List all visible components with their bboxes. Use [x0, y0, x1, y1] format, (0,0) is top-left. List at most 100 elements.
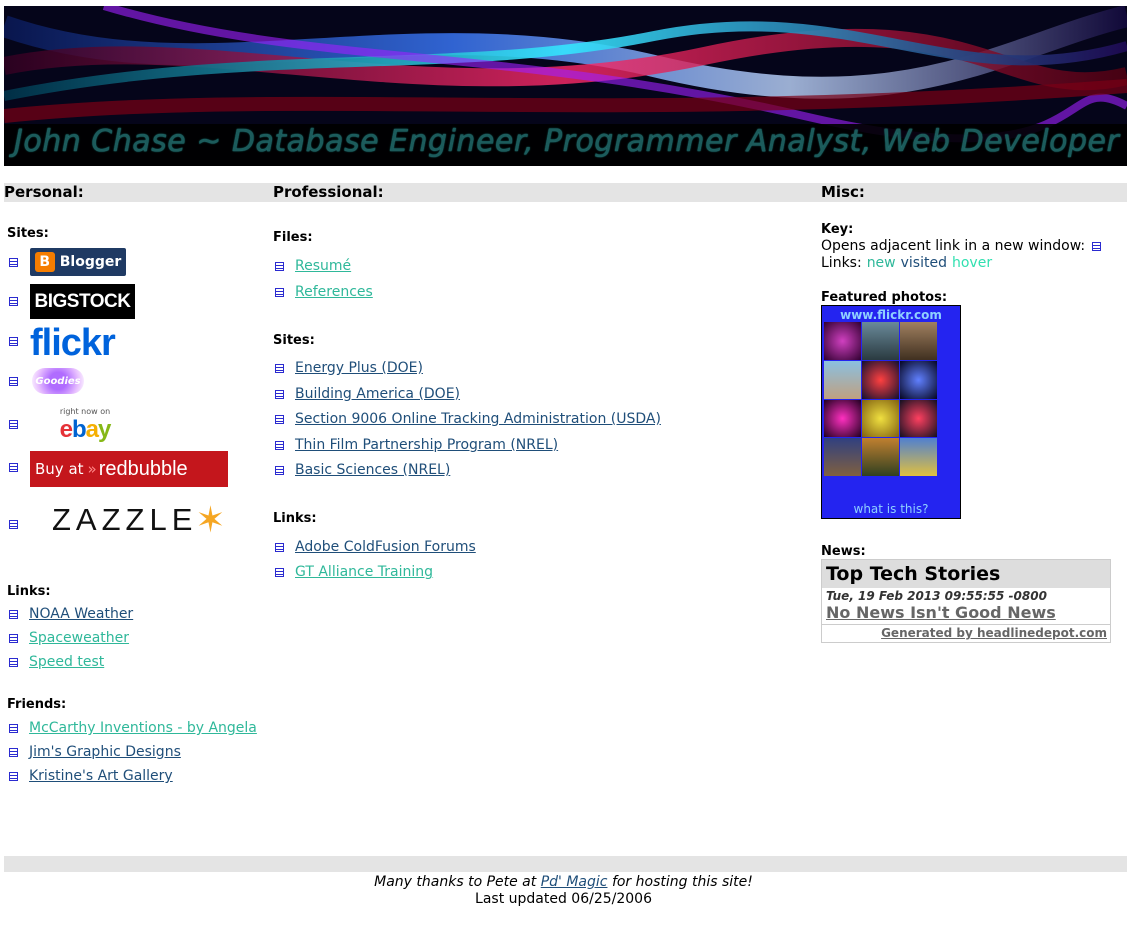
list-item[interactable]: Spaceweather [9, 630, 129, 646]
new-window-icon[interactable] [9, 420, 18, 429]
new-window-icon[interactable] [9, 633, 18, 643]
new-window-icon[interactable] [9, 377, 18, 386]
flickr-thumb[interactable] [824, 438, 861, 476]
goodies-logo[interactable]: Goodies [32, 368, 84, 394]
new-window-icon[interactable] [9, 258, 18, 267]
new-window-icon[interactable] [9, 520, 18, 529]
key-line: Opens adjacent link in a new window: [821, 238, 1102, 254]
new-window-icon[interactable] [275, 287, 284, 297]
flickr-badge-url[interactable]: www.flickr.com [822, 308, 960, 322]
list-item[interactable]: Energy Plus (DOE) [275, 360, 423, 376]
new-window-icon[interactable] [9, 747, 18, 757]
list-item[interactable]: Kristine's Art Gallery [9, 768, 173, 784]
link-jims-graphic-designs[interactable]: Jim's Graphic Designs [29, 744, 181, 760]
ebay-logo[interactable]: right now on ebay [52, 406, 118, 444]
news-label: News: [821, 544, 866, 559]
double-chevron-icon: » [87, 460, 97, 478]
new-window-icon[interactable] [9, 463, 18, 472]
link-resume[interactable]: Resumé [295, 258, 351, 274]
pd-magic-link[interactable]: Pd' Magic [541, 874, 608, 890]
friends-label: Friends: [7, 697, 67, 712]
zazzle-row[interactable] [9, 520, 29, 529]
link-kristines-art-gallery[interactable]: Kristine's Art Gallery [29, 768, 173, 784]
link-references[interactable]: References [295, 284, 373, 300]
flickr-what-is-this[interactable]: what is this? [822, 502, 960, 516]
footer-last-updated: Last updated 06/25/2006 [475, 891, 652, 907]
new-window-icon[interactable] [9, 337, 18, 346]
flickr-row[interactable] [9, 337, 29, 346]
flickr-thumb[interactable] [862, 399, 899, 438]
link-speed-test[interactable]: Speed test [29, 654, 104, 670]
flickr-thumb[interactable] [862, 360, 899, 399]
link-thin-film[interactable]: Thin Film Partnership Program (NREL) [295, 437, 558, 453]
new-window-icon[interactable] [275, 567, 284, 577]
new-window-icon[interactable] [275, 542, 284, 552]
flickr-logo[interactable]: flickr [30, 322, 145, 364]
list-item[interactable]: NOAA Weather [9, 606, 133, 622]
flickr-photo-grid[interactable] [824, 322, 938, 476]
flickr-thumb[interactable] [824, 322, 861, 360]
new-window-icon[interactable] [275, 261, 284, 271]
personal-links-label: Links: [7, 584, 51, 599]
ebay-row[interactable] [9, 420, 29, 429]
new-window-icon[interactable] [275, 414, 284, 424]
new-window-icon[interactable] [9, 723, 18, 733]
bigstock-logo[interactable]: BIGSTOCK [30, 284, 135, 319]
list-item[interactable]: Section 9006 Online Tracking Administrat… [275, 411, 661, 427]
link-spaceweather[interactable]: Spaceweather [29, 630, 129, 646]
legend-visited: visited [900, 255, 947, 271]
news-generated-link[interactable]: Generated by headlinedepot.com [881, 626, 1107, 640]
links-legend: Links: new visited hover [821, 255, 993, 271]
flickr-thumb[interactable] [900, 322, 937, 360]
link-energy-plus[interactable]: Energy Plus (DOE) [295, 360, 423, 376]
news-widget-title: Top Tech Stories [822, 560, 1110, 588]
news-headline-link[interactable]: No News Isn't Good News [826, 603, 1056, 622]
link-basic-sciences[interactable]: Basic Sciences (NREL) [295, 462, 450, 478]
flickr-thumb[interactable] [900, 399, 937, 438]
link-noaa-weather[interactable]: NOAA Weather [29, 606, 133, 622]
redbubble-row[interactable] [9, 463, 29, 472]
flickr-thumb[interactable] [862, 438, 899, 476]
list-item[interactable]: Building America (DOE) [275, 386, 460, 402]
flickr-badge[interactable]: www.flickr.com what is this? [821, 305, 961, 519]
link-gt-alliance[interactable]: GT Alliance Training [295, 564, 433, 580]
list-item[interactable]: Jim's Graphic Designs [9, 744, 181, 760]
new-window-icon[interactable] [9, 297, 18, 306]
bigstock-row[interactable] [9, 297, 29, 306]
zazzle-logo[interactable]: ZAZZLE ✶ [52, 500, 262, 541]
flickr-thumb[interactable] [900, 360, 937, 399]
list-item[interactable]: Thin Film Partnership Program (NREL) [275, 437, 558, 453]
new-window-icon[interactable] [275, 465, 284, 475]
blogger-b-icon: B [34, 252, 55, 272]
featured-photos-label: Featured photos: [821, 290, 948, 305]
list-item[interactable]: Adobe ColdFusion Forums [275, 539, 476, 555]
flickr-thumb[interactable] [824, 399, 861, 438]
blogger-logo[interactable]: B Blogger [30, 248, 126, 276]
key-label: Key: [821, 222, 854, 237]
new-window-icon[interactable] [9, 609, 18, 619]
new-window-icon[interactable] [275, 363, 284, 373]
blogger-row[interactable] [9, 258, 29, 267]
news-widget: Top Tech Stories Tue, 19 Feb 2013 09:55:… [821, 559, 1111, 643]
flickr-thumb[interactable] [900, 438, 937, 476]
link-building-america[interactable]: Building America (DOE) [295, 386, 460, 402]
link-adobe-coldfusion[interactable]: Adobe ColdFusion Forums [295, 539, 476, 555]
list-item[interactable]: McCarthy Inventions - by Angela [9, 720, 257, 736]
header-banner: John Chase ~ Database Engineer, Programm… [4, 6, 1127, 166]
redbubble-logo[interactable]: Buy at » redbubble [30, 451, 228, 487]
link-mccarthy-inventions[interactable]: McCarthy Inventions - by Angela [29, 720, 257, 736]
list-item[interactable]: Resumé [275, 258, 351, 274]
flickr-thumb[interactable] [862, 322, 899, 360]
link-section-9006[interactable]: Section 9006 Online Tracking Administrat… [295, 411, 661, 427]
new-window-icon[interactable] [9, 771, 18, 781]
list-item[interactable]: GT Alliance Training [275, 564, 433, 580]
new-window-icon[interactable] [275, 440, 284, 450]
list-item[interactable]: Basic Sciences (NREL) [275, 462, 450, 478]
flickr-thumb[interactable] [824, 360, 861, 399]
list-item[interactable]: References [275, 284, 373, 300]
new-window-icon[interactable] [9, 657, 18, 667]
new-window-icon[interactable] [275, 389, 284, 399]
list-item[interactable]: Speed test [9, 654, 104, 670]
personal-sites-label: Sites: [7, 226, 49, 241]
goodies-row[interactable] [9, 377, 29, 386]
